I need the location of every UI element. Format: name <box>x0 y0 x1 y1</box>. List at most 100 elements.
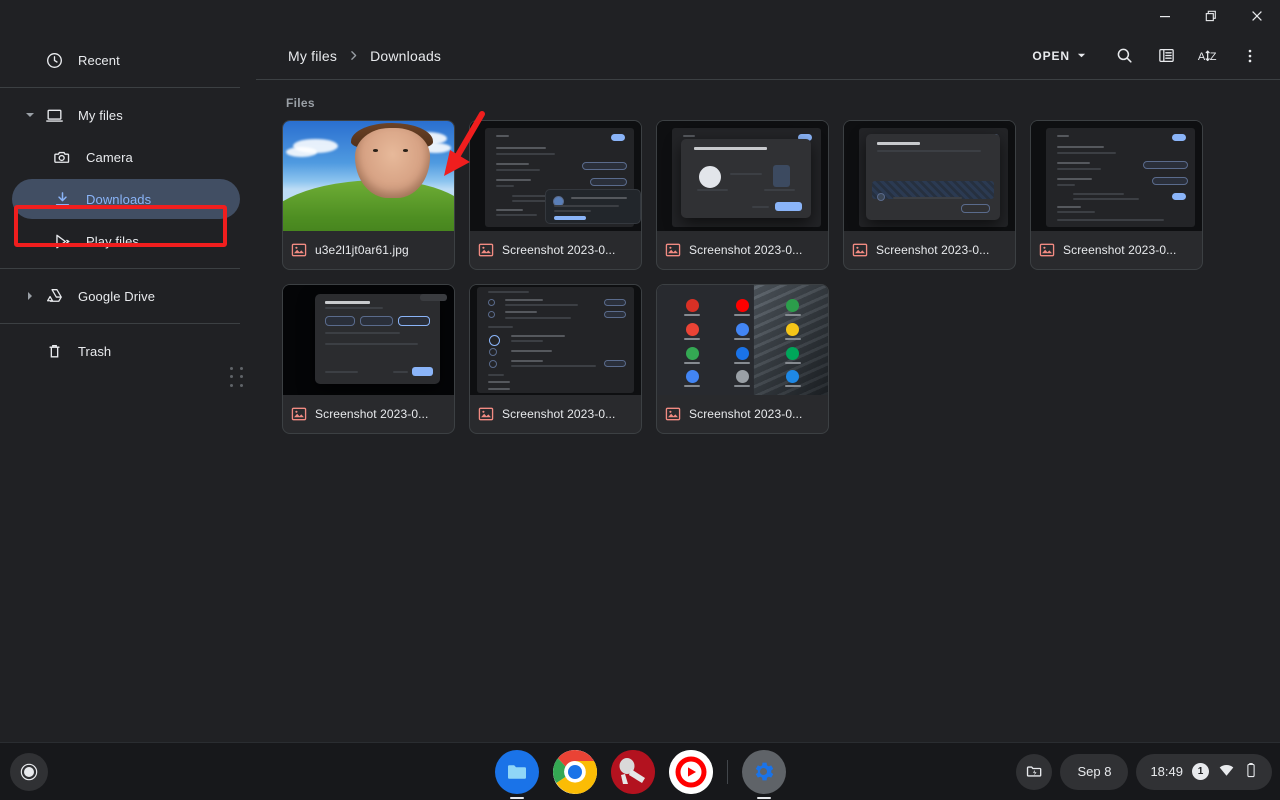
sidebar-item-downloads[interactable]: Downloads <box>12 179 240 219</box>
camera-icon <box>48 148 76 167</box>
running-indicator <box>756 796 771 799</box>
file-meta: Screenshot 2023-0... <box>283 395 454 433</box>
file-thumbnail <box>1031 121 1202 231</box>
files-app-icon[interactable] <box>494 749 539 799</box>
breadcrumb: My files Downloads <box>282 44 447 68</box>
sidebar-item-label: Camera <box>86 149 133 165</box>
file-meta: Screenshot 2023-0... <box>844 231 1015 269</box>
running-indicator <box>509 796 524 799</box>
file-thumbnail <box>470 121 641 231</box>
file-thumbnail <box>470 285 641 395</box>
screenshot-pairing-dialog <box>657 121 828 231</box>
file-meta: Screenshot 2023-0... <box>470 395 641 433</box>
trash-icon <box>40 342 68 361</box>
file-card[interactable]: Screenshot 2023-0... <box>469 120 642 270</box>
screenshot-settings-toast <box>470 121 641 231</box>
more-vert-icon[interactable] <box>1232 38 1268 74</box>
laptop-icon <box>40 106 68 125</box>
shelf-separator <box>726 759 728 784</box>
notification-count-badge: 1 <box>1192 763 1209 780</box>
search-icon[interactable] <box>1106 38 1142 74</box>
file-meta: Screenshot 2023-0... <box>657 231 828 269</box>
chevron-down-icon[interactable] <box>20 110 40 120</box>
close-button[interactable] <box>1234 0 1280 32</box>
screenshot-settings-plain <box>1031 121 1202 231</box>
screenshot-settings-list <box>470 285 641 395</box>
file-thumbnail <box>844 121 1015 231</box>
image-file-icon <box>478 406 494 422</box>
screen-capture-icon[interactable] <box>1016 753 1053 790</box>
file-name: Screenshot 2023-0... <box>315 407 429 421</box>
file-card[interactable]: u3e2l1jt0ar61.jpg <box>282 120 455 270</box>
breadcrumb-root[interactable]: My files <box>282 44 343 68</box>
sidebar-item-label: My files <box>78 107 123 123</box>
files-toolbar: My files Downloads OPEN A Z <box>256 32 1280 80</box>
file-meta: Screenshot 2023-0... <box>657 395 828 433</box>
sidebar-item-trash[interactable]: Trash <box>12 331 240 371</box>
files-app-window: Recent My files Camera Downloads Play fi… <box>0 0 1280 742</box>
screenshot-nearby-dialog <box>844 121 1015 231</box>
sidebar-item-label: Recent <box>78 52 120 68</box>
section-label: Files <box>286 96 315 110</box>
chevron-down-icon <box>1077 49 1086 63</box>
open-button-label: OPEN <box>1032 48 1070 63</box>
file-name: Screenshot 2023-0... <box>502 407 616 421</box>
sort-az-icon[interactable]: A Z <box>1190 38 1226 74</box>
sidebar-resize-handle[interactable] <box>230 367 246 389</box>
sidebar-divider-3 <box>0 323 240 324</box>
chevron-right-icon[interactable] <box>20 291 40 301</box>
tray-date-label: Sep 8 <box>1077 764 1112 779</box>
open-button[interactable]: OPEN <box>1022 42 1096 70</box>
file-name: Screenshot 2023-0... <box>689 407 803 421</box>
file-card[interactable]: Screenshot 2023-0... <box>843 120 1016 270</box>
window-body: Recent My files Camera Downloads Play fi… <box>0 32 1280 742</box>
sidebar-item-google-drive[interactable]: Google Drive <box>12 276 240 316</box>
sidebar-item-recent[interactable]: Recent <box>12 40 240 80</box>
battery-icon <box>1244 762 1258 782</box>
wifi-icon <box>1218 762 1235 782</box>
restore-button[interactable] <box>1188 0 1234 32</box>
pinned-app-icon[interactable] <box>610 749 655 794</box>
sidebar-item-camera[interactable]: Camera <box>12 137 240 177</box>
play-store-icon <box>48 232 76 251</box>
minimize-button[interactable] <box>1142 0 1188 32</box>
breadcrumb-separator-icon <box>347 49 360 62</box>
sidebar-item-my-files[interactable]: My files <box>12 95 240 135</box>
bliss-wallpaper-image <box>283 121 454 231</box>
system-tray: Sep 8 18:49 1 <box>1016 753 1272 790</box>
file-thumbnail <box>657 121 828 231</box>
settings-gear-icon[interactable] <box>741 749 786 799</box>
file-thumbnail <box>283 285 454 395</box>
tray-time-label: 18:49 <box>1150 764 1183 779</box>
youtube-music-icon[interactable] <box>668 749 713 794</box>
file-name: Screenshot 2023-0... <box>1063 243 1177 257</box>
google-drive-icon <box>40 287 68 306</box>
file-name: Screenshot 2023-0... <box>689 243 803 257</box>
status-tray-button[interactable]: 18:49 1 <box>1136 753 1272 790</box>
sidebar-item-label: Play files <box>86 233 140 249</box>
screenshot-app-launcher <box>657 285 828 395</box>
file-card[interactable]: Screenshot 2023-0... <box>656 120 829 270</box>
file-card[interactable]: Screenshot 2023-0... <box>1030 120 1203 270</box>
files-grid-area: Files u3e2l1jt0ar61.jpg Screenshot 2023-… <box>256 80 1280 742</box>
file-card[interactable]: Screenshot 2023-0... <box>656 284 829 434</box>
image-file-icon <box>291 242 307 258</box>
file-card[interactable]: Screenshot 2023-0... <box>469 284 642 434</box>
file-name: u3e2l1jt0ar61.jpg <box>315 243 409 257</box>
file-name: Screenshot 2023-0... <box>502 243 616 257</box>
window-titlebar <box>0 0 1280 32</box>
chrome-icon[interactable] <box>552 749 597 794</box>
image-file-icon <box>291 406 307 422</box>
breadcrumb-current[interactable]: Downloads <box>364 44 447 68</box>
file-grid: u3e2l1jt0ar61.jpg Screenshot 2023-0... S… <box>282 120 1280 434</box>
sidebar-divider-1 <box>0 87 240 88</box>
file-thumbnail <box>657 285 828 395</box>
file-thumbnail <box>283 121 454 231</box>
clock-icon <box>40 51 68 70</box>
svg-text:A: A <box>1198 51 1206 63</box>
date-tray-button[interactable]: Sep 8 <box>1060 753 1129 790</box>
list-view-icon[interactable] <box>1148 38 1184 74</box>
file-card[interactable]: Screenshot 2023-0... <box>282 284 455 434</box>
file-meta: Screenshot 2023-0... <box>1031 231 1202 269</box>
sidebar-item-play-files[interactable]: Play files <box>12 221 240 261</box>
